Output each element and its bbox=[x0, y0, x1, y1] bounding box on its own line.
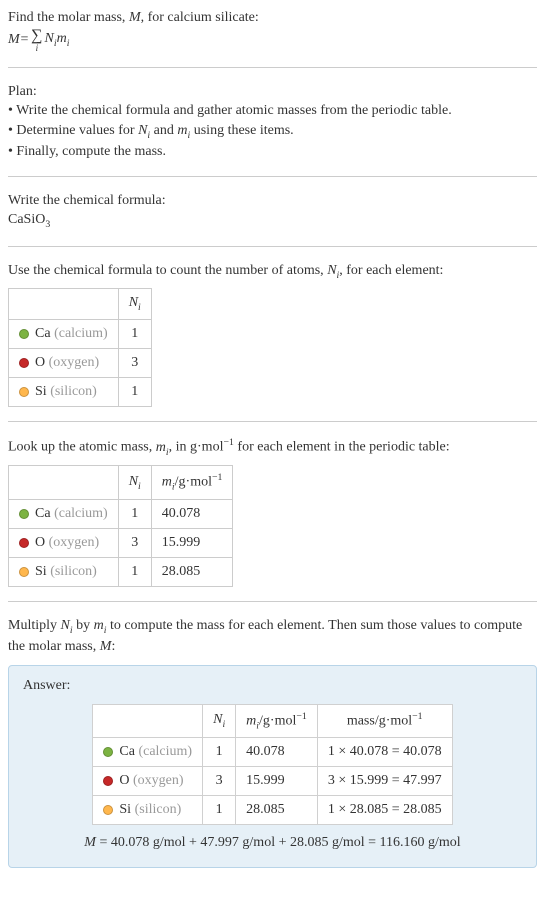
table-row: Si (silicon) 1 bbox=[9, 378, 152, 407]
value-cell: 1 bbox=[118, 499, 151, 528]
plan-section: Plan: • Write the chemical formula and g… bbox=[8, 82, 537, 162]
divider bbox=[8, 176, 537, 177]
molar-mass-equation: M = ∑ i Nimi bbox=[8, 28, 537, 53]
chem-heading: Write the chemical formula: bbox=[8, 191, 537, 211]
header-mi: mi/g·mol−1 bbox=[236, 704, 318, 737]
value-cell: 1 bbox=[203, 796, 236, 825]
calc-cell: 1 × 40.078 = 40.078 bbox=[317, 738, 452, 767]
sub-i: i bbox=[67, 38, 70, 49]
element-dot-ca bbox=[103, 747, 113, 757]
value-cell: 3 bbox=[203, 767, 236, 796]
value-cell: 3 bbox=[118, 528, 151, 557]
value-cell: 1 bbox=[118, 378, 151, 407]
eq-lhs: M bbox=[8, 30, 20, 50]
value-cell: 1 bbox=[203, 738, 236, 767]
eq-eq: = bbox=[20, 30, 29, 50]
element-dot-ca bbox=[19, 329, 29, 339]
header-mass: mass/g·mol−1 bbox=[317, 704, 452, 737]
header-ni: Ni bbox=[118, 466, 151, 499]
plan-bullet-2: • Determine values for Ni and mi using t… bbox=[8, 121, 537, 143]
calc-cell: 1 × 28.085 = 28.085 bbox=[317, 796, 452, 825]
table-row: Ca (calcium) 1 40.078 bbox=[9, 499, 233, 528]
value-cell: 15.999 bbox=[236, 767, 318, 796]
intro-line1: Find the molar mass, M, for calcium sili… bbox=[8, 8, 537, 28]
value-cell: 40.078 bbox=[151, 499, 233, 528]
element-dot-si bbox=[19, 387, 29, 397]
atomic-mass-section: Look up the atomic mass, mi, in g·mol−1 … bbox=[8, 436, 537, 587]
table-row: Ca (calcium) 1 40.078 1 × 40.078 = 40.07… bbox=[93, 738, 452, 767]
table-row: O (oxygen) 3 15.999 3 × 15.999 = 47.997 bbox=[93, 767, 452, 796]
answer-title: Answer: bbox=[23, 676, 522, 696]
answer-box: Answer: Ni mi/g·mol−1 mass/g·mol−1 Ca (c… bbox=[8, 665, 537, 868]
table-row: O (oxygen) 3 15.999 bbox=[9, 528, 233, 557]
element-cell: O (oxygen) bbox=[9, 528, 119, 557]
final-equation: M = 40.078 g/mol + 47.997 g/mol + 28.085… bbox=[23, 833, 522, 853]
header-empty bbox=[9, 466, 119, 499]
value-cell: 3 bbox=[118, 349, 151, 378]
answer-table: Ni mi/g·mol−1 mass/g·mol−1 Ca (calcium) … bbox=[92, 704, 452, 825]
plan-bullet-1: • Write the chemical formula and gather … bbox=[8, 101, 537, 121]
plan-heading: Plan: bbox=[8, 82, 537, 102]
table-row: Si (silicon) 1 28.085 bbox=[9, 557, 233, 586]
element-cell: Si (silicon) bbox=[9, 557, 119, 586]
compute-text: Multiply Ni by mi to compute the mass fo… bbox=[8, 616, 537, 657]
element-cell: O (oxygen) bbox=[9, 349, 119, 378]
plan-bullet-3: • Finally, compute the mass. bbox=[8, 142, 537, 162]
divider bbox=[8, 601, 537, 602]
value-cell: 28.085 bbox=[151, 557, 233, 586]
header-ni: Ni bbox=[118, 289, 151, 320]
mass-text: Look up the atomic mass, mi, in g·mol−1 … bbox=[8, 436, 537, 459]
term-N: N bbox=[45, 31, 54, 46]
table-header-row: Ni mi/g·mol−1 bbox=[9, 466, 233, 499]
count-text: Use the chemical formula to count the nu… bbox=[8, 261, 537, 283]
header-mi: mi/g·mol−1 bbox=[151, 466, 233, 499]
divider bbox=[8, 421, 537, 422]
header-empty bbox=[9, 289, 119, 320]
value-cell: 15.999 bbox=[151, 528, 233, 557]
element-dot-si bbox=[19, 567, 29, 577]
divider bbox=[8, 246, 537, 247]
element-cell: Ca (calcium) bbox=[9, 499, 119, 528]
header-ni: Ni bbox=[203, 704, 236, 737]
element-dot-o bbox=[19, 538, 29, 548]
element-cell: Ca (calcium) bbox=[93, 738, 203, 767]
element-dot-o bbox=[19, 358, 29, 368]
chemical-formula: CaSiO3 bbox=[8, 210, 537, 232]
element-dot-o bbox=[103, 776, 113, 786]
value-cell: 40.078 bbox=[236, 738, 318, 767]
element-cell: O (oxygen) bbox=[93, 767, 203, 796]
value-cell: 1 bbox=[118, 557, 151, 586]
atom-count-section: Use the chemical formula to count the nu… bbox=[8, 261, 537, 407]
compute-section: Multiply Ni by mi to compute the mass fo… bbox=[8, 616, 537, 868]
intro-section: Find the molar mass, M, for calcium sili… bbox=[8, 8, 537, 53]
value-cell: 28.085 bbox=[236, 796, 318, 825]
calc-cell: 3 × 15.999 = 47.997 bbox=[317, 767, 452, 796]
element-cell: Si (silicon) bbox=[9, 378, 119, 407]
text: Find the molar mass, bbox=[8, 10, 129, 25]
divider bbox=[8, 67, 537, 68]
table-row: Ca (calcium) 1 bbox=[9, 320, 152, 349]
atom-count-table: Ni Ca (calcium) 1 O (oxygen) 3 Si (silic… bbox=[8, 288, 152, 407]
table-row: O (oxygen) 3 bbox=[9, 349, 152, 378]
element-dot-si bbox=[103, 805, 113, 815]
atomic-mass-table: Ni mi/g·mol−1 Ca (calcium) 1 40.078 O (o… bbox=[8, 465, 233, 586]
chemical-formula-section: Write the chemical formula: CaSiO3 bbox=[8, 191, 537, 232]
table-header-row: Ni bbox=[9, 289, 152, 320]
var-M: M bbox=[129, 10, 141, 25]
value-cell: 1 bbox=[118, 320, 151, 349]
term-m: m bbox=[57, 31, 67, 46]
sigma-icon: ∑ i bbox=[31, 28, 42, 53]
header-empty bbox=[93, 704, 203, 737]
table-header-row: Ni mi/g·mol−1 mass/g·mol−1 bbox=[93, 704, 452, 737]
element-cell: Si (silicon) bbox=[93, 796, 203, 825]
table-row: Si (silicon) 1 28.085 1 × 28.085 = 28.08… bbox=[93, 796, 452, 825]
text: , for calcium silicate: bbox=[141, 10, 259, 25]
element-cell: Ca (calcium) bbox=[9, 320, 119, 349]
element-dot-ca bbox=[19, 509, 29, 519]
